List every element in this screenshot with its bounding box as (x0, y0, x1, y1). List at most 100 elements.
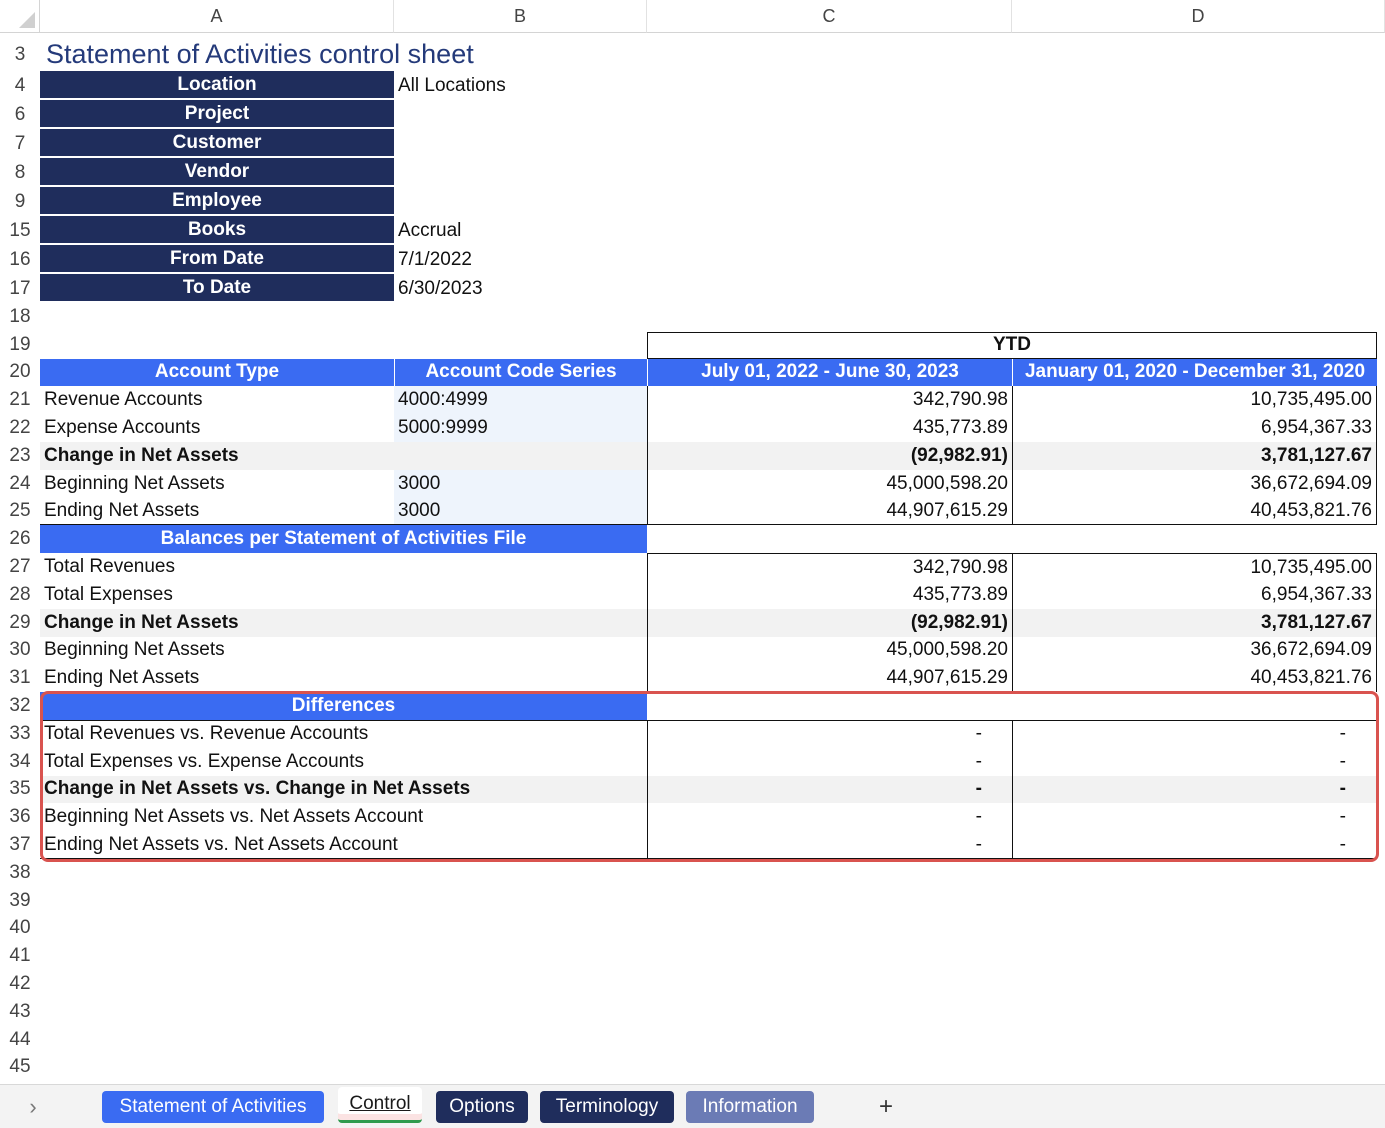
tab-scroll-arrow-icon[interactable]: › (18, 1091, 48, 1123)
difference-label-cell[interactable]: Total Revenues vs. Revenue Accounts (40, 720, 647, 748)
spreadsheet-grid[interactable]: A B C D 3 4 6 7 8 9 15 16 17 18 19 20 21 22 23 24 25 26 27… (0, 0, 1385, 1084)
account-type-cell[interactable]: Beginning Net Assets (40, 470, 394, 498)
difference-value-prior[interactable]: - (1012, 747, 1377, 776)
value-cell-current[interactable]: 435,773.89 (647, 414, 1012, 442)
row-number[interactable]: 32 (0, 692, 40, 720)
value-cell-current[interactable]: 45,000,598.20 (647, 636, 1012, 665)
row-number[interactable]: 8 (0, 158, 40, 187)
row-number[interactable]: 22 (0, 414, 40, 442)
value-cell-prior[interactable]: 36,672,694.09 (1012, 469, 1377, 498)
account-code-cell[interactable]: 5000:9999 (394, 414, 647, 442)
row-number[interactable]: 9 (0, 187, 40, 216)
value-cell-current[interactable]: (92,982.91) (647, 608, 1012, 637)
account-code-cell[interactable] (394, 442, 647, 470)
row-number[interactable]: 7 (0, 129, 40, 158)
add-sheet-button[interactable]: + (866, 1091, 906, 1123)
account-code-cell[interactable]: 3000 (394, 497, 647, 526)
value-cell-prior[interactable]: 6,954,367.33 (1012, 581, 1377, 609)
difference-value-current[interactable]: - (647, 720, 1012, 748)
balance-label-cell[interactable]: Beginning Net Assets (40, 637, 647, 665)
value-cell-current[interactable]: 44,907,615.29 (647, 664, 1012, 693)
account-type-cell[interactable]: Change in Net Assets (40, 442, 394, 470)
row-number[interactable]: 4 (0, 71, 40, 100)
row-number[interactable]: 20 (0, 359, 40, 387)
difference-value-prior[interactable]: - (1012, 720, 1377, 748)
difference-label-cell[interactable]: Beginning Net Assets vs. Net Assets Acco… (40, 803, 647, 831)
value-cell-prior[interactable]: 10,735,495.00 (1012, 553, 1377, 581)
difference-label-cell[interactable]: Change in Net Assets vs. Change in Net A… (40, 775, 647, 804)
row-number[interactable]: 19 (0, 331, 40, 359)
param-value[interactable] (394, 187, 647, 216)
tab-terminology[interactable]: Terminology (540, 1091, 674, 1123)
difference-label-cell[interactable]: Ending Net Assets vs. Net Assets Account (40, 831, 647, 859)
value-cell-current[interactable]: 45,000,598.20 (647, 469, 1012, 498)
value-cell-current[interactable]: 342,790.98 (647, 386, 1012, 415)
difference-value-prior[interactable]: - (1012, 803, 1377, 832)
row-number[interactable]: 30 (0, 637, 40, 665)
param-value[interactable] (394, 129, 647, 158)
balance-label-cell[interactable]: Ending Net Assets (40, 664, 647, 692)
row-number[interactable]: 21 (0, 386, 40, 414)
tab-control[interactable]: Control (338, 1087, 422, 1123)
row-number[interactable]: 34 (0, 748, 40, 776)
value-cell-prior[interactable]: 40,453,821.76 (1012, 664, 1377, 693)
tab-statement-of-activities[interactable]: Statement of Activities (102, 1091, 324, 1123)
param-value[interactable]: All Locations (394, 71, 647, 100)
row-number[interactable]: 29 (0, 609, 40, 637)
balance-label-cell[interactable]: Total Revenues (40, 553, 647, 581)
tab-options[interactable]: Options (436, 1091, 528, 1123)
row-number[interactable]: 40 (0, 915, 40, 943)
param-value[interactable]: 7/1/2022 (394, 245, 647, 274)
value-cell-prior[interactable]: 3,781,127.67 (1012, 608, 1377, 637)
value-cell-current[interactable]: 44,907,615.29 (647, 497, 1012, 526)
account-code-cell[interactable]: 3000 (394, 469, 647, 498)
row-number[interactable]: 27 (0, 553, 40, 581)
row-number[interactable]: 26 (0, 525, 40, 553)
row-number[interactable]: 24 (0, 470, 40, 498)
difference-value-prior[interactable]: - (1012, 775, 1377, 804)
row-number[interactable]: 42 (0, 970, 40, 998)
difference-label-cell[interactable]: Total Expenses vs. Expense Accounts (40, 748, 647, 776)
value-cell-prior[interactable]: 3,781,127.67 (1012, 442, 1377, 470)
row-number[interactable]: 35 (0, 776, 40, 804)
difference-value-prior[interactable]: - (1012, 831, 1377, 859)
row-number[interactable]: 28 (0, 581, 40, 609)
account-type-cell[interactable]: Ending Net Assets (40, 498, 394, 526)
row-number[interactable]: 37 (0, 831, 40, 859)
row-number[interactable]: 3 (0, 38, 40, 71)
difference-value-current[interactable]: - (647, 747, 1012, 776)
param-value[interactable] (394, 100, 647, 129)
value-cell-prior[interactable]: 40,453,821.76 (1012, 497, 1377, 526)
difference-value-current[interactable]: - (647, 831, 1012, 859)
value-cell-current[interactable]: 435,773.89 (647, 581, 1012, 609)
value-cell-prior[interactable]: 10,735,495.00 (1012, 386, 1377, 415)
value-cell-prior[interactable]: 36,672,694.09 (1012, 636, 1377, 665)
account-type-cell[interactable]: Revenue Accounts (40, 386, 394, 414)
row-number[interactable]: 39 (0, 887, 40, 915)
tab-information[interactable]: Information (686, 1091, 814, 1123)
balance-label-cell[interactable]: Change in Net Assets (40, 608, 647, 637)
row-number[interactable]: 23 (0, 442, 40, 470)
row-number[interactable]: 33 (0, 720, 40, 748)
row-number[interactable]: 15 (0, 216, 40, 245)
row-number[interactable]: 36 (0, 803, 40, 831)
row-number[interactable]: 43 (0, 998, 40, 1026)
row-number[interactable]: 38 (0, 859, 40, 887)
value-cell-prior[interactable]: 6,954,367.33 (1012, 414, 1377, 442)
row-number[interactable]: 16 (0, 245, 40, 274)
param-value[interactable]: Accrual (394, 216, 647, 245)
value-cell-current[interactable]: 342,790.98 (647, 553, 1012, 581)
param-value[interactable]: 6/30/2023 (394, 274, 647, 303)
row-number[interactable]: 6 (0, 100, 40, 129)
row-number[interactable]: 31 (0, 664, 40, 692)
difference-value-current[interactable]: - (647, 803, 1012, 832)
account-type-cell[interactable]: Expense Accounts (40, 414, 394, 442)
difference-value-current[interactable]: - (647, 775, 1012, 804)
account-code-cell[interactable]: 4000:4999 (394, 386, 647, 415)
value-cell-current[interactable]: (92,982.91) (647, 442, 1012, 470)
balance-label-cell[interactable]: Total Expenses (40, 581, 647, 609)
row-number[interactable]: 44 (0, 1026, 40, 1054)
row-number[interactable]: 25 (0, 498, 40, 526)
row-number[interactable]: 18 (0, 303, 40, 331)
row-number[interactable]: 17 (0, 274, 40, 303)
